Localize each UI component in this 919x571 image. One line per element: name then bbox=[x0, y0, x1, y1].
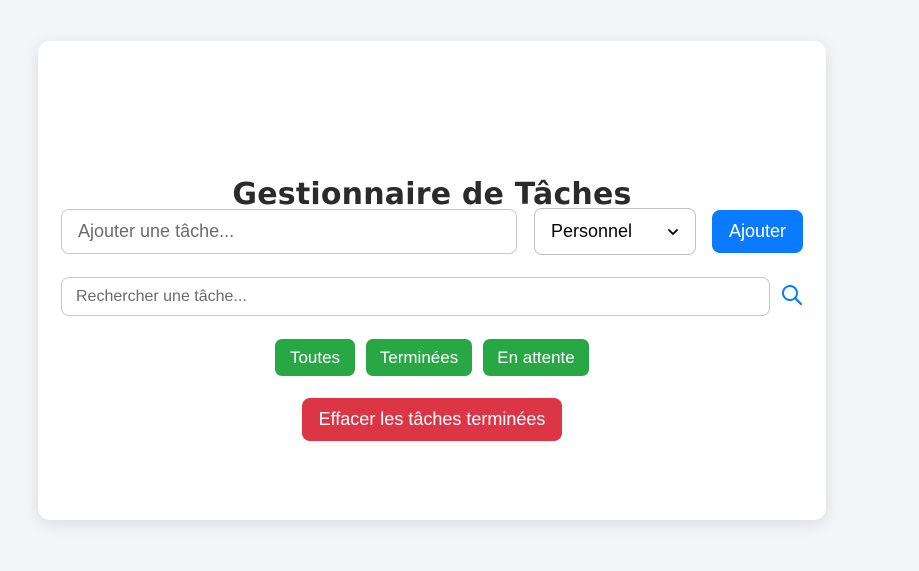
page-title: Gestionnaire de Tâches bbox=[232, 177, 632, 212]
category-selected-value: Personnel bbox=[551, 221, 633, 241]
filter-all-button[interactable]: Toutes bbox=[275, 339, 355, 376]
clear-completed-button[interactable]: Effacer les tâches terminées bbox=[302, 398, 562, 441]
chevron-down-icon bbox=[668, 228, 678, 235]
filter-completed-button[interactable]: Terminées bbox=[366, 339, 472, 376]
task-manager-card: Gestionnaire de Tâches Personnel Ajouter… bbox=[38, 41, 826, 520]
new-task-input[interactable] bbox=[61, 209, 517, 254]
add-task-button[interactable]: Ajouter bbox=[712, 210, 803, 253]
filter-pending-button[interactable]: En attente bbox=[483, 339, 589, 376]
search-icon[interactable] bbox=[781, 284, 803, 306]
search-input[interactable] bbox=[61, 277, 770, 316]
category-select[interactable]: Personnel bbox=[534, 208, 696, 255]
